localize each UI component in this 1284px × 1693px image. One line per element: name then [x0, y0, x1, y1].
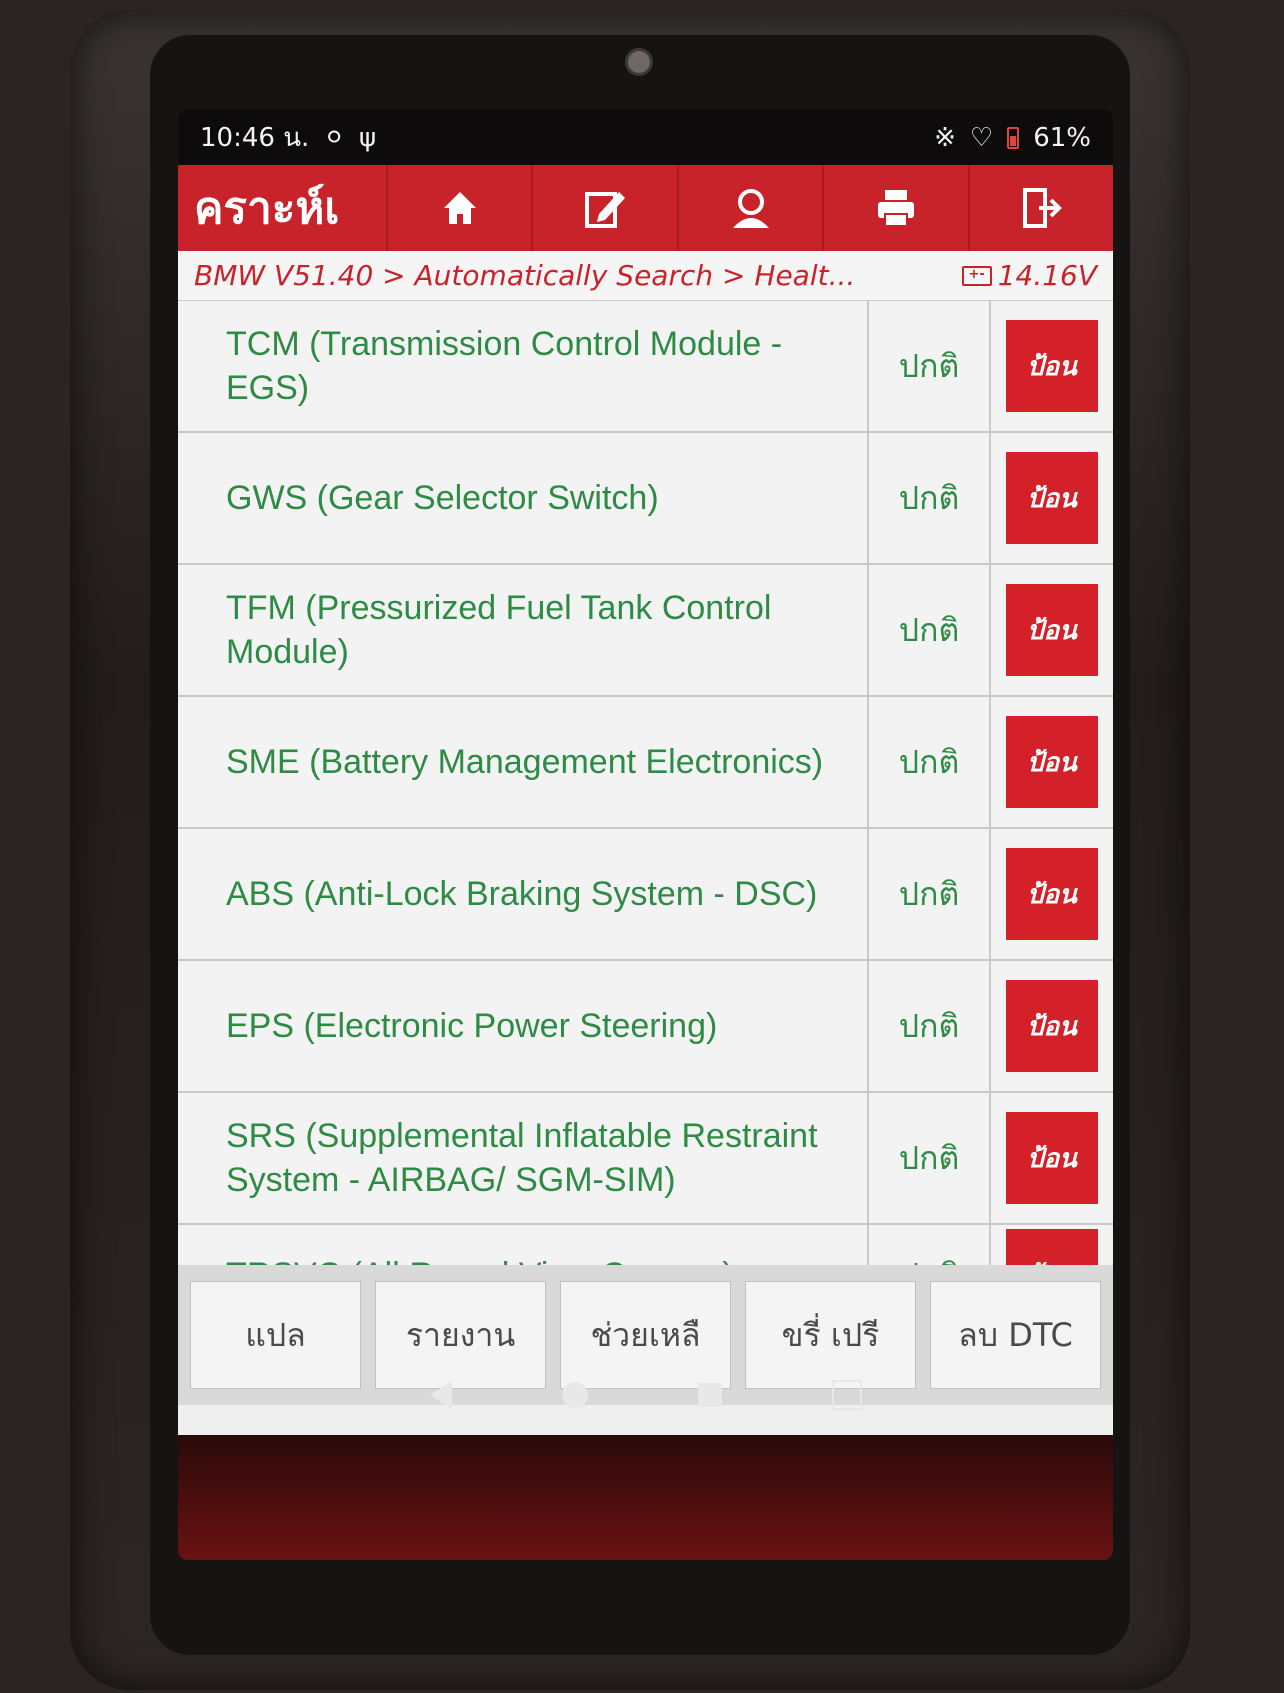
module-status: ปกติ	[869, 565, 991, 695]
screen-bottom-reflection	[178, 1435, 1113, 1560]
back-icon[interactable]	[429, 1381, 452, 1409]
module-row: TFM (Pressurized Fuel Tank Control Modul…	[178, 565, 1113, 697]
module-status: ปกติ	[869, 301, 991, 431]
bluetooth-icon: ※	[934, 122, 956, 153]
front-camera	[625, 48, 653, 76]
recent-apps-icon[interactable]	[697, 1383, 722, 1407]
module-name: GWS (Gear Selector Switch)	[178, 433, 869, 563]
exit-icon	[1023, 188, 1063, 228]
status-right: ※ ♡ 61%	[934, 123, 1091, 153]
user-button[interactable]	[679, 165, 825, 251]
home-icon	[443, 192, 476, 224]
voltage-readout: +- 14.16V	[961, 259, 1097, 292]
module-name: ABS (Anti-Lock Braking System - DSC)	[178, 829, 869, 959]
print-button[interactable]	[824, 165, 970, 251]
battery-icon	[1007, 126, 1020, 149]
printer-icon	[877, 190, 914, 227]
module-action-cell: ป้อน	[991, 301, 1113, 431]
module-status: ปกติ	[869, 829, 991, 959]
module-action-cell: ป้อน	[991, 961, 1113, 1091]
edit-button[interactable]	[533, 165, 679, 251]
module-name: SME (Battery Management Electronics)	[178, 697, 869, 827]
car-battery-icon: +-	[961, 265, 992, 286]
enter-module-button[interactable]: ป้อน	[1006, 584, 1098, 676]
edit-icon	[585, 192, 626, 228]
enter-module-button[interactable]: ป้อน	[1006, 716, 1098, 808]
enter-module-button[interactable]: ป้อน	[1006, 320, 1098, 412]
enter-module-button[interactable]: ป้อน	[1006, 848, 1098, 940]
module-action-cell: ป้อน	[991, 565, 1113, 695]
status-left: 10:46 น. ⚪ ψ	[200, 117, 376, 158]
enter-module-button[interactable]: ป้อน	[1006, 980, 1098, 1072]
module-name: EPS (Electronic Power Steering)	[178, 961, 869, 1091]
module-status: ปกติ	[869, 1093, 991, 1223]
diagnostic-app: คราะห์เ BMW V51.40 > Automatically Searc…	[178, 165, 1113, 1465]
breadcrumb: BMW V51.40 > Automatically Search > Heal…	[178, 251, 1113, 301]
module-status: ปกติ	[869, 433, 991, 563]
module-action-cell: ป้อน	[991, 1093, 1113, 1223]
module-status: ปกติ	[869, 961, 991, 1091]
app-toolbar: คราะห์เ	[178, 165, 1113, 251]
status-time: 10:46 น.	[200, 123, 310, 153]
exit-button[interactable]	[970, 165, 1113, 251]
enter-module-button[interactable]: ป้อน	[1006, 452, 1098, 544]
module-list: TCM (Transmission Control Module - EGS) …	[178, 301, 1113, 1311]
module-row: SRS (Supplemental Inflatable Restraint S…	[178, 1093, 1113, 1225]
module-action-cell: ป้อน	[991, 697, 1113, 827]
app-title: คราะห์เ	[178, 165, 388, 251]
android-nav-bar	[178, 1355, 1113, 1435]
bluetooth-status-icon: ⚪	[323, 122, 346, 153]
usb-debug-icon: ψ	[359, 122, 377, 153]
battery-percent: 61%	[1033, 122, 1091, 153]
module-row: TCM (Transmission Control Module - EGS) …	[178, 301, 1113, 433]
user-icon	[732, 189, 769, 228]
module-row: ABS (Anti-Lock Braking System - DSC) ปกต…	[178, 829, 1113, 961]
module-name: TCM (Transmission Control Module - EGS)	[178, 301, 869, 431]
module-row: GWS (Gear Selector Switch) ปกติ ป้อน	[178, 433, 1113, 565]
module-action-cell: ป้อน	[991, 829, 1113, 959]
module-row: SME (Battery Management Electronics) ปกต…	[178, 697, 1113, 829]
home-nav-icon[interactable]	[561, 1382, 588, 1408]
enter-module-button[interactable]: ป้อน	[1006, 1112, 1098, 1204]
module-name: SRS (Supplemental Inflatable Restraint S…	[178, 1093, 869, 1223]
module-row: EPS (Electronic Power Steering) ปกติ ป้อ…	[178, 961, 1113, 1093]
module-status: ปกติ	[869, 697, 991, 827]
status-bar: 10:46 น. ⚪ ψ ※ ♡ 61%	[178, 110, 1113, 165]
module-action-cell: ป้อน	[991, 433, 1113, 563]
module-name: TFM (Pressurized Fuel Tank Control Modul…	[178, 565, 869, 695]
screenshot-icon[interactable]	[831, 1380, 862, 1410]
tablet-screen: 10:46 น. ⚪ ψ ※ ♡ 61% คราะห์เ BMW V51.40 …	[178, 110, 1113, 1560]
wifi-icon: ♡	[969, 122, 994, 153]
voltage-value: 14.16V	[997, 259, 1097, 292]
home-button[interactable]	[388, 165, 534, 251]
breadcrumb-path: BMW V51.40 > Automatically Search > Heal…	[194, 259, 856, 292]
